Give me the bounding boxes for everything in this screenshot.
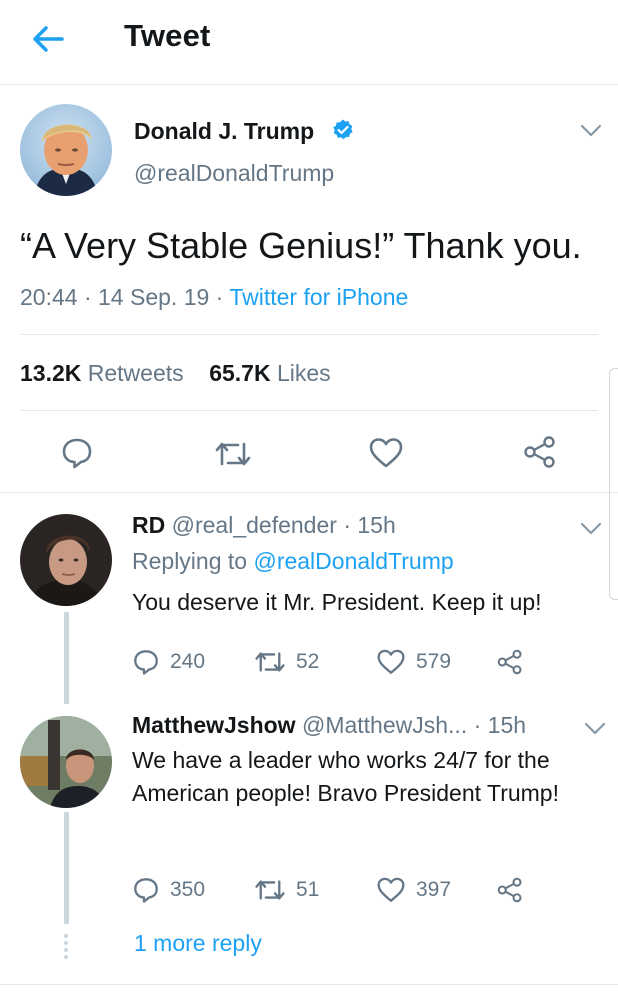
- reply-author-name[interactable]: RD: [132, 512, 165, 538]
- likes-stat[interactable]: 65.7K Likes: [209, 360, 330, 386]
- heart-icon: [369, 438, 403, 468]
- avatar-image: [20, 716, 112, 808]
- share-icon: [497, 877, 522, 903]
- reply-time: 15h: [487, 712, 527, 738]
- retweet-icon: [255, 880, 285, 900]
- reply-author-handle[interactable]: @real_defender: [172, 512, 337, 538]
- reply-retweet-button[interactable]: 52: [254, 648, 319, 676]
- retweets-stat[interactable]: 13.2K Retweets: [20, 360, 184, 386]
- retweet-count: 52: [296, 650, 320, 673]
- retweets-label: Retweets: [87, 360, 184, 386]
- top-bar: Tweet: [0, 0, 618, 85]
- like-button[interactable]: [368, 436, 404, 475]
- reply-avatar[interactable]: [20, 514, 112, 606]
- page-title: Tweet: [124, 18, 211, 53]
- reply-icon: [134, 650, 158, 675]
- replying-to: Replying to @realDonaldTrump: [132, 548, 454, 575]
- thread-line: [64, 812, 69, 924]
- reply-icon: [134, 878, 158, 903]
- reply-button[interactable]: [60, 436, 94, 475]
- chevron-down-icon[interactable]: [580, 124, 602, 138]
- meta-separator: ·: [343, 512, 351, 538]
- reply-icon: [62, 438, 92, 469]
- meta-separator: ·: [473, 712, 482, 738]
- meta-separator: ·: [83, 284, 92, 310]
- divider: [0, 984, 618, 985]
- tweet-meta: 20:44 · 14 Sep. 19 · Twitter for iPhone: [20, 284, 408, 311]
- reply-header: RD @real_defender · 15h: [132, 512, 396, 539]
- like-count: 397: [416, 878, 452, 901]
- author-name[interactable]: Donald J. Trump: [134, 118, 314, 145]
- retweet-count: 51: [296, 878, 320, 901]
- reply-header: MatthewJshow @MatthewJsh... · 15h: [132, 712, 526, 739]
- likes-label: Likes: [276, 360, 331, 386]
- avatar-image: [20, 514, 112, 606]
- tweet-time: 20:44: [20, 284, 78, 310]
- like-count: 579: [416, 650, 452, 673]
- share-icon: [524, 436, 555, 468]
- divider: [20, 410, 598, 411]
- likes-count: 65.7K: [209, 360, 271, 386]
- reply-retweet-button[interactable]: 51: [254, 876, 319, 904]
- tweet-source-link[interactable]: Twitter for iPhone: [229, 284, 408, 310]
- reply-author-name[interactable]: MatthewJshow: [132, 712, 296, 738]
- arrow-left-icon: [33, 26, 64, 52]
- retweets-count: 13.2K: [20, 360, 82, 386]
- replying-to-link[interactable]: @realDonaldTrump: [253, 548, 453, 574]
- author-handle[interactable]: @realDonaldTrump: [134, 160, 334, 187]
- back-button[interactable]: [28, 22, 68, 56]
- divider: [20, 334, 598, 335]
- chevron-down-icon[interactable]: [580, 522, 602, 536]
- retweet-button[interactable]: [214, 438, 252, 475]
- tweet-date: 14 Sep. 19: [98, 284, 210, 310]
- chevron-down-icon[interactable]: [584, 722, 606, 736]
- heart-icon: [377, 877, 405, 902]
- replying-prefix: Replying to: [132, 548, 248, 574]
- reply-text: We have a leader who works 24/7 for the …: [132, 747, 559, 806]
- scrollbar[interactable]: [609, 368, 618, 600]
- reply-text: You deserve it Mr. President. Keep it up…: [132, 589, 542, 615]
- meta-separator: ·: [215, 284, 224, 310]
- heart-icon: [377, 649, 405, 674]
- reply-count: 240: [170, 650, 206, 673]
- reply-like-button[interactable]: 397: [376, 876, 451, 904]
- retweet-icon: [255, 652, 285, 672]
- share-button[interactable]: [522, 434, 558, 475]
- thread-line: [64, 612, 69, 704]
- verified-badge-icon: [333, 119, 353, 140]
- reply-avatar[interactable]: [20, 716, 112, 808]
- reply-like-button[interactable]: 579: [376, 648, 451, 676]
- reply-reply-button[interactable]: 350: [132, 876, 205, 904]
- reply-count: 350: [170, 878, 206, 901]
- reply-share-button[interactable]: [496, 648, 524, 676]
- author-avatar[interactable]: [20, 104, 112, 196]
- thread-dots: [63, 934, 69, 962]
- engagement-counts: 13.2K Retweets 65.7K Likes: [20, 360, 331, 387]
- tweet-text: “A Very Stable Genius!” Thank you.: [20, 225, 582, 266]
- avatar-image: [20, 104, 112, 196]
- reply-author-handle[interactable]: @MatthewJsh...: [302, 712, 467, 738]
- divider: [0, 492, 618, 493]
- share-icon: [497, 649, 522, 675]
- reply-share-button[interactable]: [496, 876, 524, 904]
- reply-reply-button[interactable]: 240: [132, 648, 205, 676]
- retweet-icon: [215, 442, 251, 466]
- more-replies-link[interactable]: 1 more reply: [134, 930, 262, 957]
- reply-time: 15h: [357, 512, 396, 538]
